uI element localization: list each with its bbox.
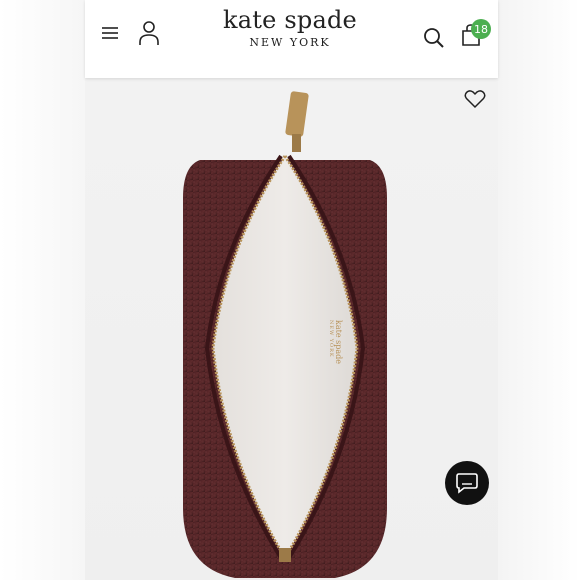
heart-icon[interactable] [463,88,487,110]
account-icon[interactable] [137,20,161,46]
product-image-area: kate spade NEW YORK [85,78,498,580]
left-frame [0,0,85,580]
brand-name: kate spade [223,6,357,34]
menu-icon[interactable] [99,22,121,44]
bag-count-badge: 18 [471,19,491,39]
right-frame [498,0,580,580]
search-icon[interactable] [421,25,447,51]
product-logo-line2: NEW YORK [328,320,334,358]
site-header: kate spade NEW YORK 18 [85,0,498,78]
brand-logo[interactable]: kate spade NEW YORK [215,6,365,49]
brand-subtitle: NEW YORK [249,36,331,49]
product-logo-line1: kate spade [334,320,343,364]
chat-icon[interactable] [445,461,489,505]
product-logo-text: kate spade NEW YORK [283,320,343,380]
